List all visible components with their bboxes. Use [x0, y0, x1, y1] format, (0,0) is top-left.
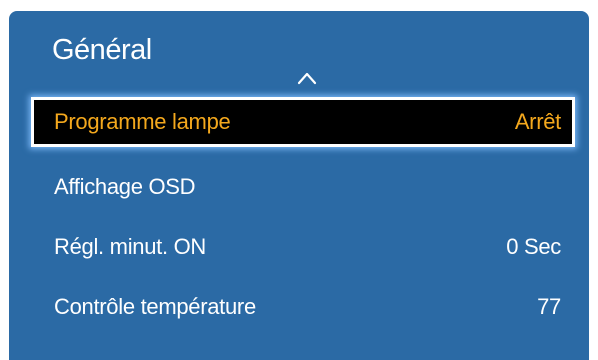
menu-title: Général: [52, 34, 152, 66]
menu-item-programme-lampe[interactable]: Programme lampe Arrêt: [31, 97, 575, 147]
osd-menu-panel: Général Programme lampe Arrêt Affichage …: [9, 11, 589, 360]
chevron-up-icon[interactable]: [297, 71, 317, 85]
menu-item-value: 77: [537, 294, 561, 319]
menu-item-affichage-osd[interactable]: Affichage OSD: [31, 162, 575, 212]
menu-item-label: Programme lampe: [54, 109, 231, 134]
menu-item-value: Arrêt: [514, 109, 561, 134]
menu-item-label: Affichage OSD: [54, 174, 196, 199]
menu-item-label: Contrôle température: [54, 294, 256, 319]
menu-item-controle-temperature[interactable]: Contrôle température 77: [31, 282, 575, 332]
menu-item-value: 0 Sec: [506, 234, 561, 259]
menu-item-label: Régl. minut. ON: [54, 234, 206, 259]
menu-item-regl-minut-on[interactable]: Régl. minut. ON 0 Sec: [31, 222, 575, 272]
